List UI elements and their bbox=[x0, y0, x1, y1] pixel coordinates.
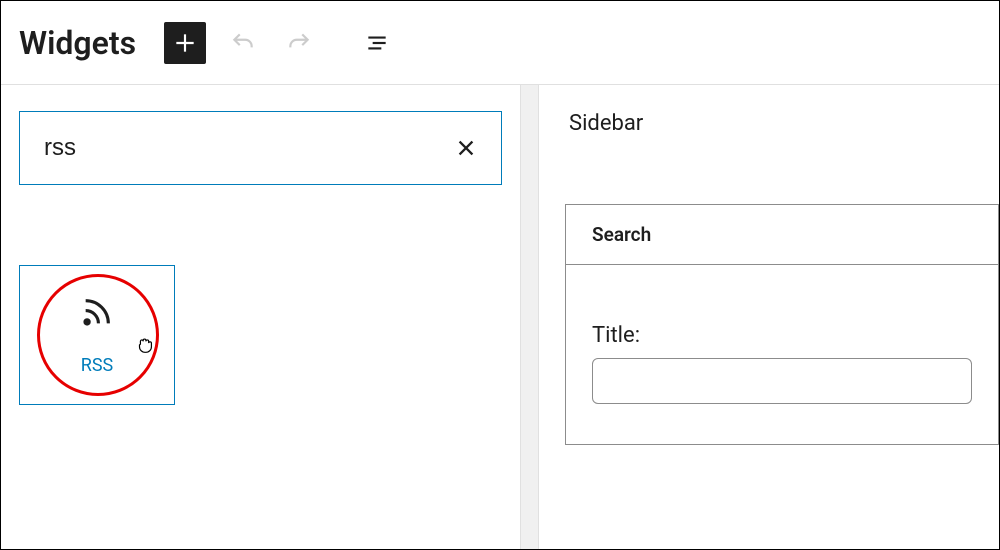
widget-title-input[interactable] bbox=[592, 358, 972, 404]
annotation-circle bbox=[37, 274, 159, 396]
list-view-button[interactable] bbox=[358, 24, 396, 62]
top-toolbar: Widgets bbox=[1, 1, 999, 85]
undo-button[interactable] bbox=[224, 24, 262, 62]
widget-area-title: Sidebar bbox=[565, 111, 999, 136]
block-inserter-panel: RSS bbox=[1, 85, 521, 549]
page-title: Widgets bbox=[19, 24, 136, 62]
rss-icon bbox=[80, 295, 114, 329]
plus-icon bbox=[172, 30, 198, 56]
redo-button[interactable] bbox=[280, 24, 318, 62]
add-block-button[interactable] bbox=[164, 22, 206, 64]
close-icon bbox=[455, 137, 477, 159]
block-search-field[interactable] bbox=[19, 111, 502, 185]
block-search-input[interactable] bbox=[44, 134, 455, 162]
title-field-label: Title: bbox=[592, 323, 972, 348]
block-label: RSS bbox=[81, 355, 113, 376]
redo-icon bbox=[286, 30, 312, 56]
search-widget: Search Title: bbox=[565, 204, 999, 445]
list-view-icon bbox=[364, 30, 390, 56]
content-area: RSS Sidebar Search Title: bbox=[1, 85, 999, 549]
widget-area-panel: Sidebar Search Title: bbox=[539, 85, 999, 549]
rss-block-option[interactable]: RSS bbox=[19, 265, 175, 405]
grab-cursor-icon bbox=[134, 334, 156, 356]
widget-body: Title: bbox=[566, 265, 998, 444]
undo-icon bbox=[230, 30, 256, 56]
clear-search-button[interactable] bbox=[455, 137, 477, 159]
widget-header[interactable]: Search bbox=[566, 205, 998, 265]
panel-gutter bbox=[521, 85, 539, 549]
